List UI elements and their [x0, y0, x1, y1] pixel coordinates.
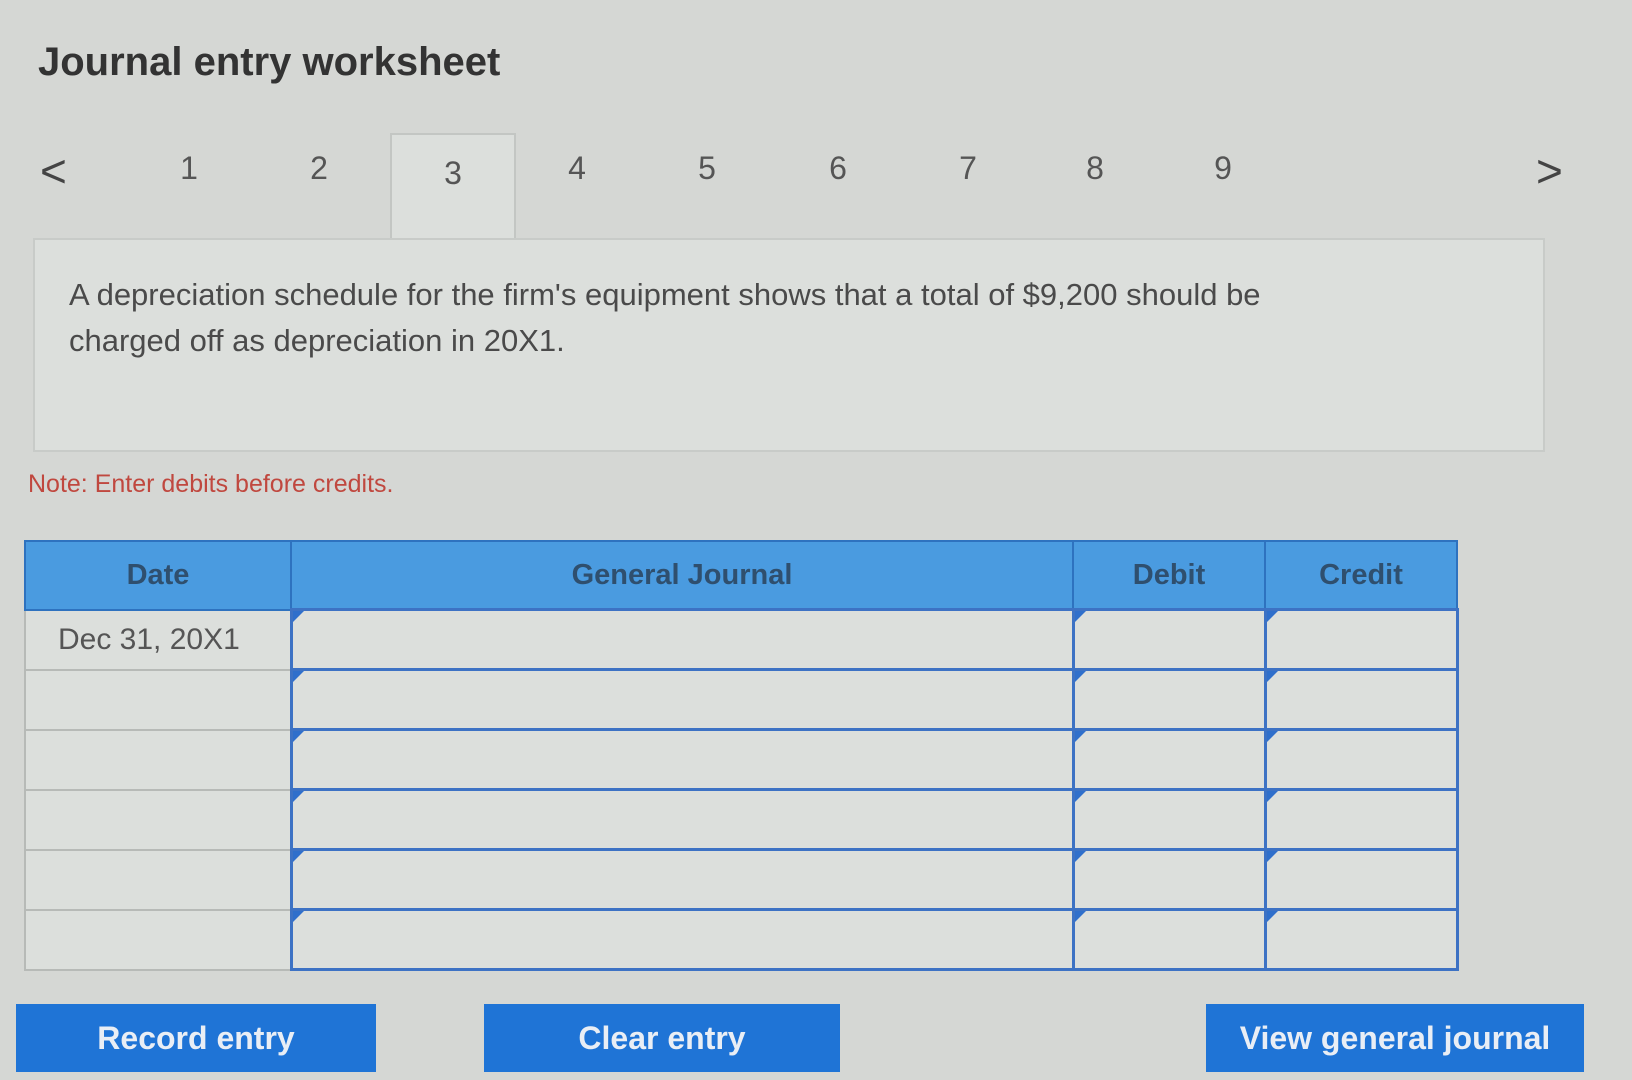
- credit-input[interactable]: [1263, 728, 1459, 791]
- tab-5[interactable]: 5: [672, 150, 742, 187]
- problem-text-line-1: A depreciation schedule for the firm's e…: [69, 277, 1261, 312]
- account-input[interactable]: [289, 608, 1075, 671]
- problem-text-line-2: charged off as depreciation in 20X1.: [69, 323, 565, 358]
- debit-input[interactable]: [1071, 848, 1267, 911]
- credit-input[interactable]: [1263, 848, 1459, 911]
- account-input[interactable]: [289, 908, 1075, 971]
- debit-input[interactable]: [1071, 608, 1267, 671]
- table-row: [24, 728, 1459, 791]
- header-date: Date: [24, 540, 292, 611]
- account-input[interactable]: [289, 668, 1075, 731]
- account-input[interactable]: [289, 848, 1075, 911]
- header-credit: Credit: [1264, 540, 1458, 611]
- date-cell[interactable]: [24, 668, 292, 731]
- chevron-left-icon[interactable]: <: [40, 148, 67, 194]
- table-header-row: Date General Journal Debit Credit: [24, 540, 1458, 611]
- problem-statement: A depreciation schedule for the firm's e…: [33, 238, 1545, 452]
- tab-8[interactable]: 8: [1060, 150, 1130, 187]
- credit-input[interactable]: [1263, 788, 1459, 851]
- tab-9[interactable]: 9: [1188, 150, 1258, 187]
- account-input[interactable]: [289, 728, 1075, 791]
- tab-3[interactable]: 3: [390, 133, 516, 238]
- table-row: Dec 31, 20X1: [24, 608, 1459, 671]
- date-cell[interactable]: [24, 908, 292, 971]
- date-cell[interactable]: [24, 788, 292, 851]
- page-title: Journal entry worksheet: [38, 40, 501, 84]
- header-debit: Debit: [1072, 540, 1266, 611]
- tab-2[interactable]: 2: [284, 150, 354, 187]
- debit-input[interactable]: [1071, 788, 1267, 851]
- tab-1[interactable]: 1: [154, 150, 224, 187]
- table-row: [24, 788, 1459, 851]
- date-cell[interactable]: Dec 31, 20X1: [24, 608, 292, 671]
- date-cell[interactable]: [24, 848, 292, 911]
- debit-input[interactable]: [1071, 908, 1267, 971]
- date-cell[interactable]: [24, 728, 292, 791]
- chevron-right-icon[interactable]: >: [1536, 148, 1563, 194]
- debit-input[interactable]: [1071, 728, 1267, 791]
- tab-7[interactable]: 7: [933, 150, 1003, 187]
- journal-table: Date General Journal Debit Credit Dec 31…: [24, 540, 1459, 971]
- credit-input[interactable]: [1263, 668, 1459, 731]
- tab-6[interactable]: 6: [803, 150, 873, 187]
- credit-input[interactable]: [1263, 608, 1459, 671]
- table-row: [24, 908, 1459, 971]
- record-entry-button[interactable]: Record entry: [16, 1004, 376, 1072]
- note-text: Note: Enter debits before credits.: [28, 470, 394, 498]
- debit-input[interactable]: [1071, 668, 1267, 731]
- table-row: [24, 668, 1459, 731]
- credit-input[interactable]: [1263, 908, 1459, 971]
- account-input[interactable]: [289, 788, 1075, 851]
- view-general-journal-button[interactable]: View general journal: [1206, 1004, 1584, 1072]
- header-general-journal: General Journal: [290, 540, 1074, 611]
- clear-entry-button[interactable]: Clear entry: [484, 1004, 840, 1072]
- tab-4[interactable]: 4: [542, 150, 612, 187]
- table-row: [24, 848, 1459, 911]
